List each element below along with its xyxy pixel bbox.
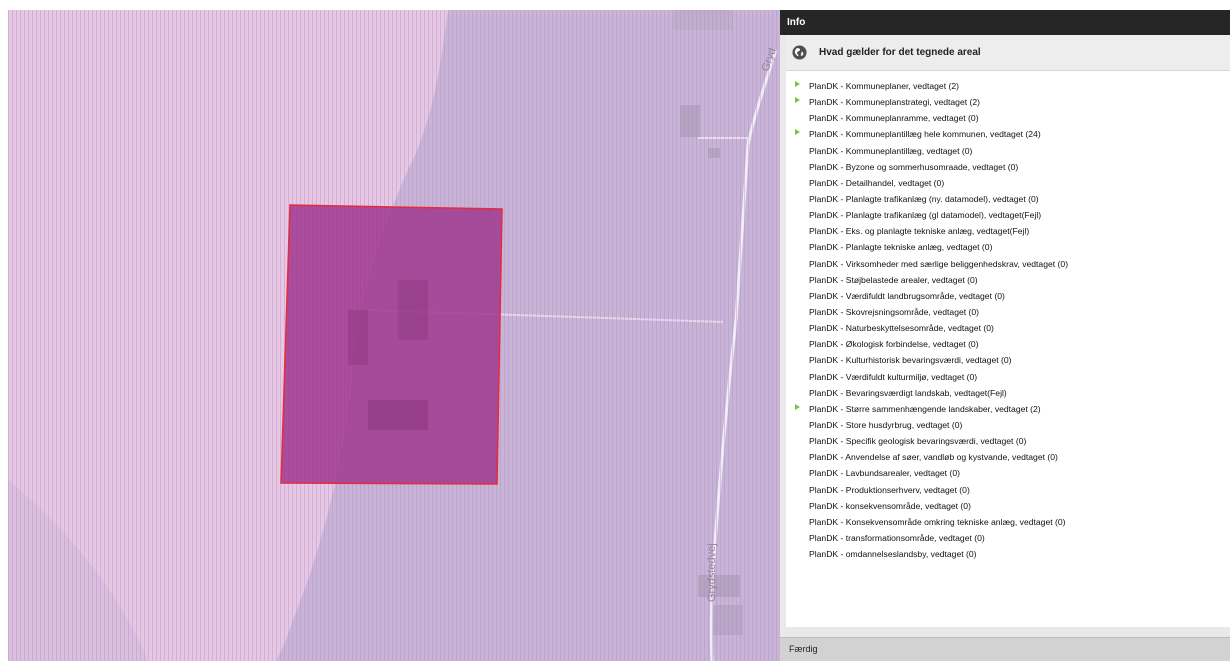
layer-label: PlanDK - Værdifuldt landbrugsområde, ved… bbox=[809, 290, 1005, 301]
status-bar: Færdig bbox=[780, 637, 1230, 661]
layer-item[interactable]: PlanDK - Kommuneplantillæg hele kommunen… bbox=[786, 127, 1230, 143]
layer-item[interactable]: PlanDK - Detailhandel, vedtaget (0) bbox=[786, 176, 1230, 192]
layer-item[interactable]: PlanDK - konsekvensområde, vedtaget (0) bbox=[786, 499, 1230, 515]
layer-label: PlanDK - Kommuneplantillæg, vedtaget (0) bbox=[809, 145, 973, 156]
expand-arrow-icon[interactable] bbox=[795, 97, 800, 104]
layer-label: PlanDK - Lavbundsarealer, vedtaget (0) bbox=[809, 468, 960, 479]
layer-label: PlanDK - Skovrejsningsområde, vedtaget (… bbox=[809, 306, 980, 317]
expand-arrow-icon[interactable] bbox=[795, 403, 800, 410]
layer-label: PlanDK - Økologisk forbindelse, vedtaget… bbox=[809, 339, 979, 350]
layer-item[interactable]: PlanDK - Planlagte trafikanlæg (gl datam… bbox=[786, 208, 1230, 224]
expand-arrow-icon[interactable] bbox=[795, 129, 800, 136]
layer-item[interactable]: PlanDK - Produktionserhverv, vedtaget (0… bbox=[786, 483, 1230, 499]
layer-label: PlanDK - Kommuneplaner, vedtaget (2) bbox=[809, 81, 959, 91]
layer-label: PlanDK - Byzone og sommerhusomraade, ved… bbox=[809, 161, 1019, 172]
layer-item[interactable]: PlanDK - Økologisk forbindelse, vedtaget… bbox=[786, 337, 1230, 353]
layer-item[interactable]: PlanDK - Kommuneplanramme, vedtaget (0) bbox=[786, 111, 1230, 127]
layer-label: PlanDK - Konsekvensområde omkring teknis… bbox=[809, 516, 1066, 527]
layer-label: PlanDK - Naturbeskyttelsesområde, vedtag… bbox=[809, 323, 994, 334]
layer-item[interactable]: PlanDK - Planlagte tekniske anlæg, vedta… bbox=[786, 240, 1230, 256]
globe-icon bbox=[792, 45, 807, 60]
layer-label: PlanDK - Kommuneplantillæg hele kommunen… bbox=[809, 129, 1041, 140]
layer-item[interactable]: PlanDK - Kommuneplanstrategi, vedtaget (… bbox=[786, 95, 1230, 111]
layer-item[interactable]: PlanDK - Større sammenhængende landskabe… bbox=[786, 402, 1230, 418]
panel-header: Info bbox=[780, 10, 1230, 35]
layer-item[interactable]: PlanDK - Kommuneplaner, vedtaget (2) bbox=[786, 79, 1230, 95]
building bbox=[398, 280, 428, 340]
layer-label: PlanDK - Detailhandel, vedtaget (0) bbox=[809, 177, 945, 188]
layer-label: PlanDK - Planlagte tekniske anlæg, vedta… bbox=[809, 242, 993, 253]
building bbox=[348, 310, 368, 365]
layer-label: PlanDK - Planlagte trafikanlæg (ny. data… bbox=[809, 193, 1039, 204]
layer-label: PlanDK - Store husdyrbrug, vedtaget (0) bbox=[809, 419, 963, 430]
layer-item[interactable]: PlanDK - Naturbeskyttelsesområde, vedtag… bbox=[786, 321, 1230, 337]
layer-label: PlanDK - Produktionserhverv, vedtaget (0… bbox=[809, 484, 970, 495]
layer-item[interactable]: PlanDK - Kommuneplantillæg, vedtaget (0) bbox=[786, 144, 1230, 160]
layer-label: PlanDK - omdannelseslandsby, vedtaget (0… bbox=[809, 549, 977, 560]
layer-item[interactable]: PlanDK - Støjbelastede arealer, vedtaget… bbox=[786, 273, 1230, 289]
layer-item[interactable]: PlanDK - Eks. og planlagte tekniske anlæ… bbox=[786, 224, 1230, 240]
layer-item[interactable]: PlanDK - omdannelseslandsby, vedtaget (0… bbox=[786, 547, 1230, 563]
layer-label: PlanDK - transformationsområde, vedtaget… bbox=[809, 532, 985, 543]
info-title: Hvad gælder for det tegnede areal bbox=[819, 47, 981, 58]
layer-label: PlanDK - Kommuneplanramme, vedtaget (0) bbox=[809, 113, 979, 124]
layer-item[interactable]: PlanDK - Virksomheder med særlige beligg… bbox=[786, 257, 1230, 273]
expand-arrow-icon[interactable] bbox=[795, 81, 800, 87]
info-title-row: Hvad gælder for det tegnede areal bbox=[786, 35, 1230, 71]
building bbox=[368, 400, 428, 430]
layer-item[interactable]: PlanDK - transformationsområde, vedtaget… bbox=[786, 531, 1230, 547]
panel-body: Hvad gælder for det tegnede areal PlanDK… bbox=[786, 35, 1230, 627]
layer-label: PlanDK - Kommuneplanstrategi, vedtaget (… bbox=[809, 97, 981, 108]
layer-item[interactable]: PlanDK - Skovrejsningsområde, vedtaget (… bbox=[786, 305, 1230, 321]
layer-item[interactable]: PlanDK - Store husdyrbrug, vedtaget (0) bbox=[786, 418, 1230, 434]
layer-label: PlanDK - Værdifuldt kulturmiljø, vedtage… bbox=[809, 371, 978, 382]
map-layers: Grydstedvej Gryd bbox=[8, 10, 780, 661]
layer-label: PlanDK - Specifik geologisk bevaringsvær… bbox=[809, 436, 1027, 447]
layer-label: PlanDK - Kulturhistorisk bevaringsværdi,… bbox=[809, 355, 1012, 366]
layer-label: PlanDK - Virksomheder med særlige beligg… bbox=[809, 258, 1069, 269]
layer-item[interactable]: PlanDK - Bevaringsværdigt landskab, vedt… bbox=[786, 386, 1230, 402]
layer-item[interactable]: PlanDK - Anvendelse af søer, vandløb og … bbox=[786, 450, 1230, 466]
layer-label: PlanDK - Støjbelastede arealer, vedtaget… bbox=[809, 274, 978, 285]
layer-item[interactable]: PlanDK - Specifik geologisk bevaringsvær… bbox=[786, 434, 1230, 450]
layer-label: PlanDK - Eks. og planlagte tekniske anlæ… bbox=[809, 226, 1030, 237]
map-canvas[interactable]: Grydstedvej Gryd bbox=[8, 10, 780, 661]
layer-label: PlanDK - Planlagte trafikanlæg (gl datam… bbox=[809, 210, 1042, 221]
status-text: Færdig bbox=[789, 644, 818, 654]
info-panel: Info Hvad gælder for det tegnede areal P… bbox=[780, 10, 1230, 661]
layer-label: PlanDK - Bevaringsværdigt landskab, vedt… bbox=[809, 387, 1007, 398]
layer-item[interactable]: PlanDK - Kulturhistorisk bevaringsværdi,… bbox=[786, 353, 1230, 369]
road-label: Grydstedvej bbox=[706, 543, 718, 602]
layer-item[interactable]: PlanDK - Lavbundsarealer, vedtaget (0) bbox=[786, 466, 1230, 482]
layer-list: PlanDK - Kommuneplaner, vedtaget (2) Plan… bbox=[786, 79, 1230, 563]
layer-item[interactable]: PlanDK - Planlagte trafikanlæg (ny. data… bbox=[786, 192, 1230, 208]
layer-label: PlanDK - Større sammenhængende landskabe… bbox=[809, 403, 1041, 414]
layer-item[interactable]: PlanDK - Byzone og sommerhusomraade, ved… bbox=[786, 160, 1230, 176]
layer-label: PlanDK - Anvendelse af søer, vandløb og … bbox=[809, 452, 1058, 463]
layer-label: PlanDK - konsekvensområde, vedtaget (0) bbox=[809, 500, 971, 511]
layer-item[interactable]: PlanDK - Værdifuldt kulturmiljø, vedtage… bbox=[786, 370, 1230, 386]
layer-item[interactable]: PlanDK - Konsekvensområde omkring teknis… bbox=[786, 515, 1230, 531]
selected-area-polygon bbox=[280, 204, 503, 485]
layer-item[interactable]: PlanDK - Værdifuldt landbrugsområde, ved… bbox=[786, 289, 1230, 305]
